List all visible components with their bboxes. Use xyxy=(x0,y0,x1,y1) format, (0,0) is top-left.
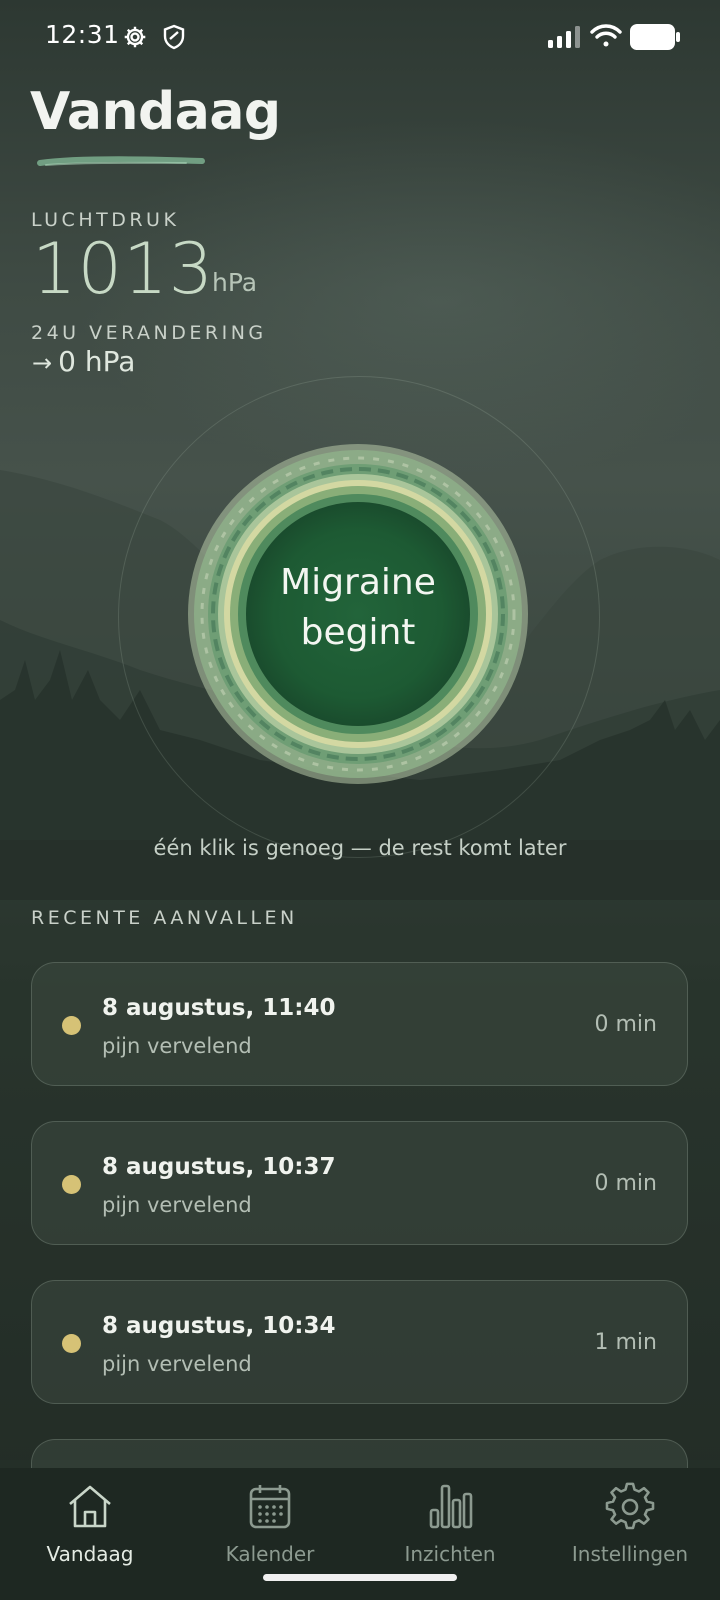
attack-duration: 0 min xyxy=(594,1171,657,1196)
status-time: 12:31 xyxy=(45,20,120,49)
migraine-button-label: Migraine begint xyxy=(238,558,478,658)
nav-label: Vandaag xyxy=(46,1542,134,1566)
nav-label: Inzichten xyxy=(404,1542,496,1566)
battery-icon xyxy=(630,24,680,54)
nav-label: Instellingen xyxy=(571,1542,689,1566)
gear-icon xyxy=(605,1482,655,1530)
nav-item-instellingen[interactable]: Instellingen xyxy=(540,1468,720,1600)
title-underline xyxy=(37,156,205,166)
attack-duration: 1 min xyxy=(594,1330,657,1355)
attack-date: 8 augustus, 10:37 xyxy=(102,1154,336,1180)
home-icon xyxy=(69,1485,111,1528)
attack-description: pijn vervelend xyxy=(102,1352,252,1376)
home-indicator[interactable] xyxy=(263,1574,457,1581)
wifi-icon xyxy=(590,24,622,52)
attack-duration: 0 min xyxy=(594,1012,657,1037)
settings-icon xyxy=(122,24,148,54)
recent-section-title: RECENTE AANVALLEN xyxy=(31,907,298,929)
status-bar: 12:31 xyxy=(0,0,720,74)
nav-item-vandaag[interactable]: Vandaag xyxy=(0,1468,180,1600)
nav-label: Kalender xyxy=(225,1542,315,1566)
attack-date: 8 augustus, 10:34 xyxy=(102,1313,336,1339)
severity-dot-icon xyxy=(62,1175,81,1194)
bar-chart-icon xyxy=(429,1484,473,1529)
attack-description: pijn vervelend xyxy=(102,1034,252,1058)
attack-date: 8 augustus, 11:40 xyxy=(102,995,336,1021)
migraine-label-line2: begint xyxy=(300,612,416,653)
migraine-label-line1: Migraine xyxy=(280,562,436,603)
arrow-right-icon: → xyxy=(32,349,53,377)
shield-icon xyxy=(162,24,186,54)
app-screen: 12:31 Vandaag LUCHTDRUK 1013 hPa 24U VER… xyxy=(0,0,720,1600)
hint-text: één klik is genoeg — de rest komt later xyxy=(153,836,567,860)
pressure-value: 1013 xyxy=(32,228,215,310)
migraine-start-button[interactable]: Migraine begint xyxy=(184,440,532,788)
pressure-change-label: 24U VERANDERING xyxy=(31,322,267,344)
severity-dot-icon xyxy=(62,1016,81,1035)
attack-card[interactable]: 8 augustus, 10:34 pijn vervelend 1 min xyxy=(31,1280,688,1404)
calendar-icon xyxy=(249,1485,291,1529)
attack-card[interactable]: 8 augustus, 10:37 pijn vervelend 0 min xyxy=(31,1121,688,1245)
severity-dot-icon xyxy=(62,1334,81,1353)
pressure-unit: hPa xyxy=(212,268,258,297)
page-title: Vandaag xyxy=(30,82,281,142)
signal-icon xyxy=(548,26,580,52)
attack-card[interactable]: 8 augustus, 11:40 pijn vervelend 0 min xyxy=(31,962,688,1086)
pressure-change-value: 0 hPa xyxy=(58,345,136,378)
pressure-change: → 0 hPa xyxy=(32,345,135,378)
attack-description: pijn vervelend xyxy=(102,1193,252,1217)
